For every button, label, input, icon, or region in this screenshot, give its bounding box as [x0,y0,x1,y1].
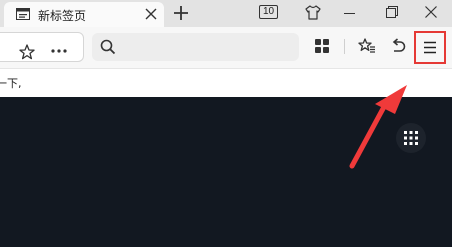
minimize-icon[interactable] [344,13,355,14]
main-menu-button[interactable] [414,31,446,64]
apps-grid-icon[interactable] [315,39,329,53]
tab-count-badge[interactable]: 10 [259,5,278,19]
star-icon[interactable] [19,44,35,60]
restore-icon[interactable] [386,6,398,18]
search-input[interactable] [122,37,292,57]
favorites-icon[interactable] [358,38,376,54]
more-icon[interactable] [51,49,67,53]
menu-icon [424,41,436,54]
address-bar[interactable] [0,32,84,62]
close-icon[interactable] [145,8,157,20]
tab-title: 新标签页 [38,9,87,23]
bookmark-text[interactable]: 一下, [0,75,22,91]
search-box[interactable] [92,33,299,61]
window-close-icon[interactable] [425,6,437,18]
search-icon [100,39,116,55]
page-icon [16,8,30,20]
undo-icon[interactable] [390,38,406,54]
tab-new-tab[interactable]: 新标签页 [4,2,164,27]
title-bar: 新标签页 10 [0,0,452,27]
toolbar-divider [344,39,345,54]
navigation-bar [0,27,452,69]
annotation-arrow [349,85,407,169]
tshirt-icon[interactable] [305,5,321,20]
plus-icon[interactable] [172,4,190,22]
